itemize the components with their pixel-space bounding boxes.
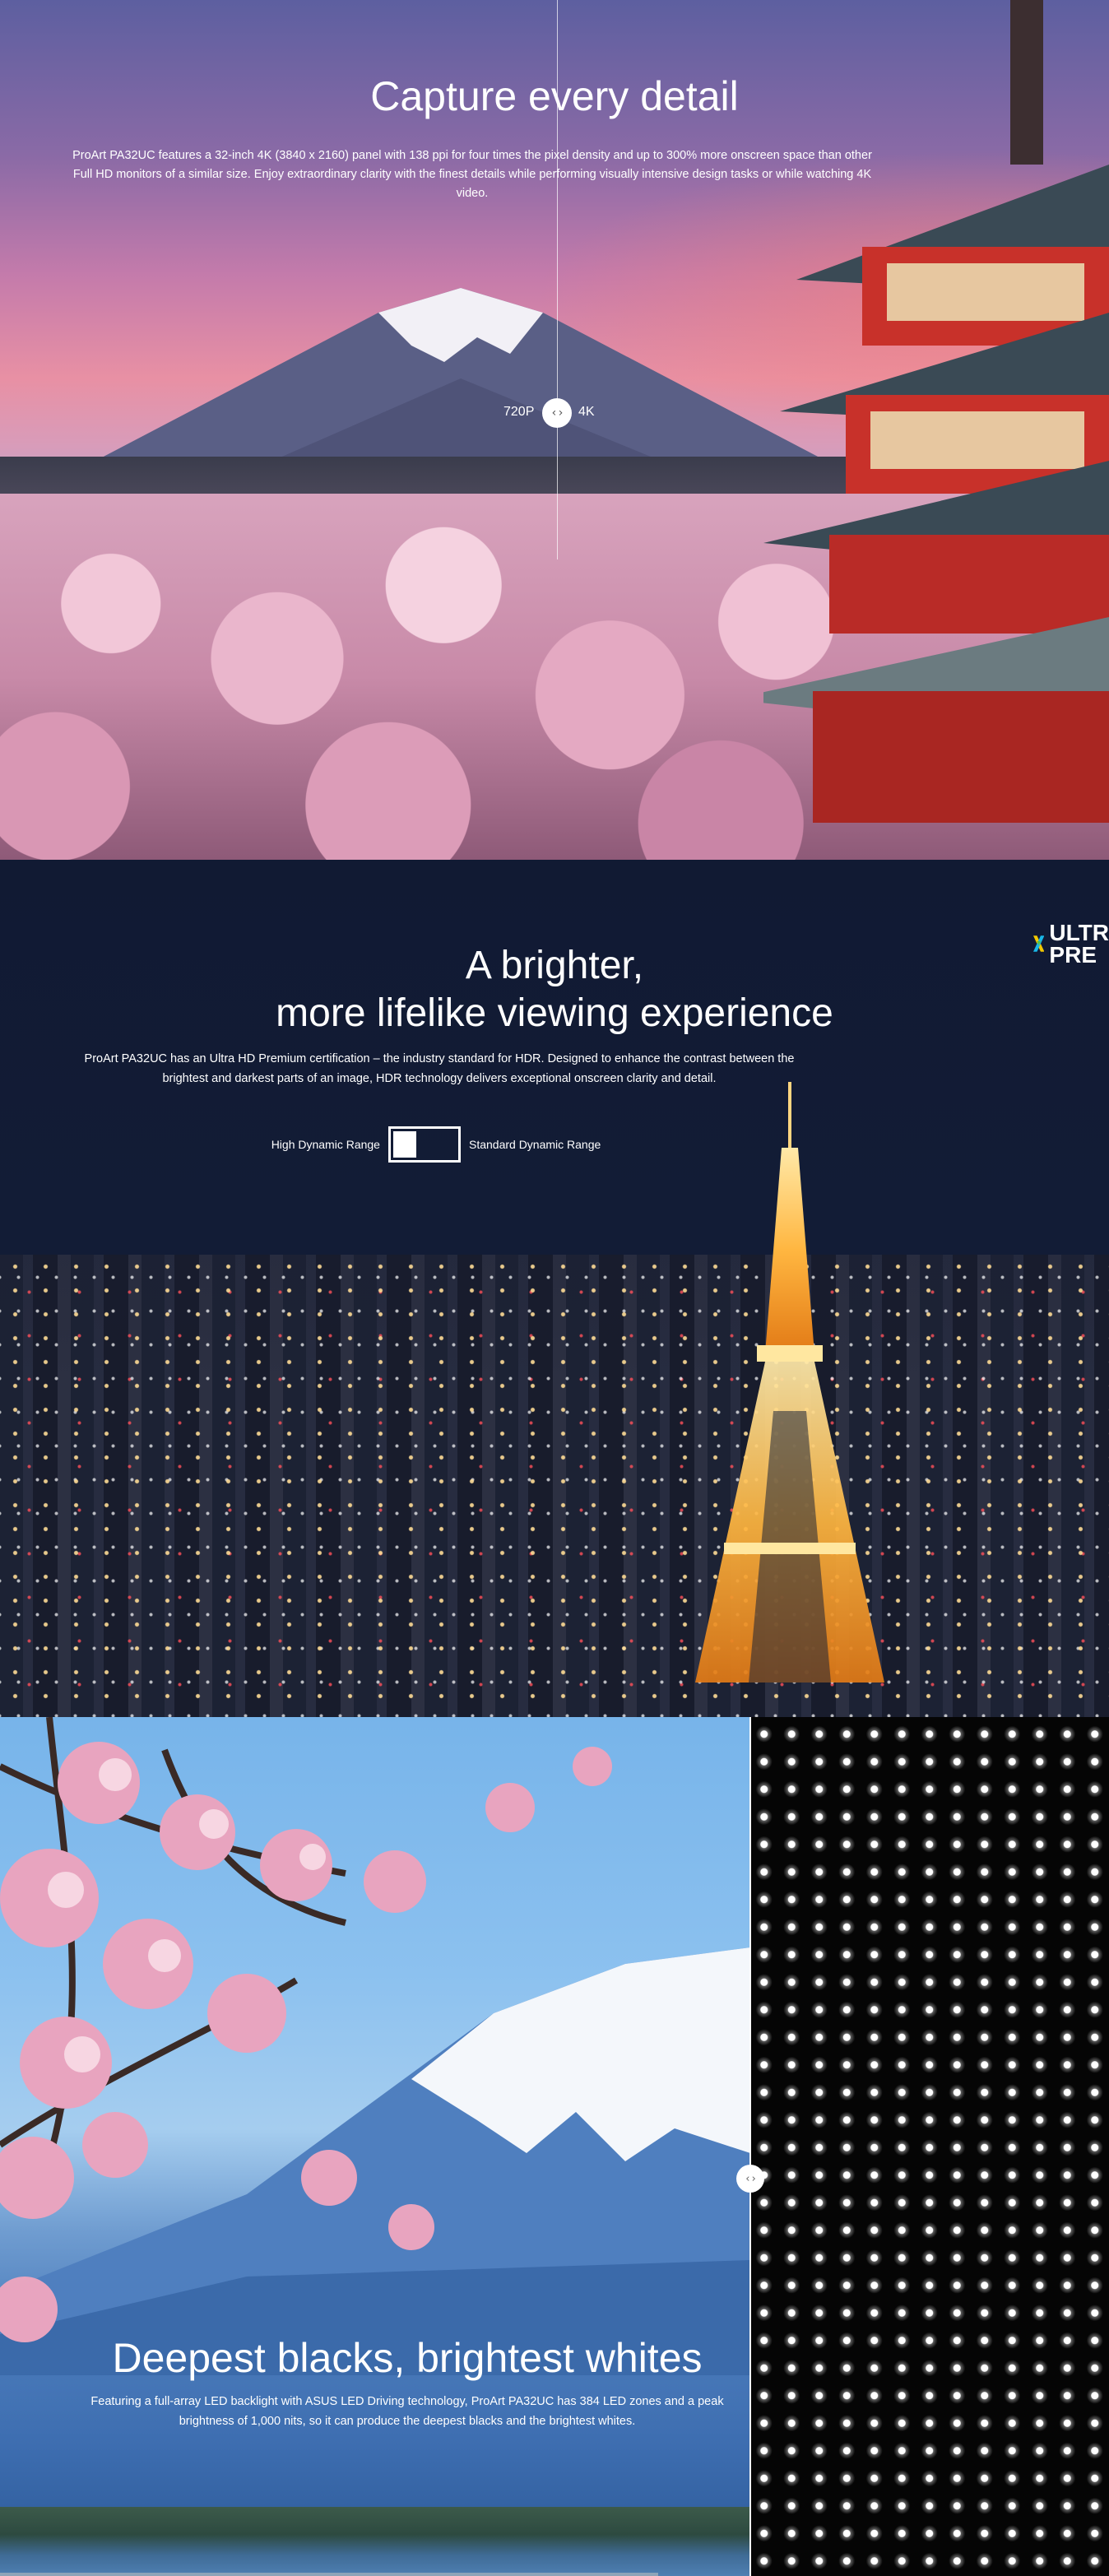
section-description: ProArt PA32UC has an Ultra HD Premium ce… [84, 1052, 795, 1085]
section-title: Deepest blacks, brightest whites [112, 2335, 703, 2381]
toggle-label-hdr: High Dynamic Range [271, 1138, 380, 1151]
comparison-divider[interactable] [749, 1717, 751, 2576]
led-backlight-grid [750, 1717, 1109, 2576]
ultra-hd-premium-wordmark: ULTR PRE [1049, 920, 1109, 968]
section-description: Featuring a full-array LED backlight wit… [90, 2395, 724, 2428]
hdr-sdr-toggle[interactable] [387, 1126, 461, 1163]
hdr-toggle-row: High Dynamic Range Standard Dynamic Rang… [0, 1126, 872, 1163]
toggle-label-sdr: Standard Dynamic Range [468, 1138, 601, 1151]
comparison-slider-handle[interactable]: ‹ › [542, 398, 572, 428]
section-description: ProArt PA32UC features a 32-inch 4K (384… [72, 149, 872, 200]
title-line-2: more lifelike viewing experience [276, 991, 833, 1035]
tokyo-tower-illustration [695, 1082, 884, 1683]
fuji-sky-photo [0, 1717, 750, 2576]
section-deepest-blacks: ‹ › Deepest blacks, brightest whites Fea… [0, 1717, 1109, 2576]
compare-label-720p: 720P [503, 405, 535, 419]
chevrons-left-right-icon: ‹ › [745, 2172, 755, 2185]
lake-shore [0, 2507, 750, 2576]
chevrons-left-right-icon: ‹ › [551, 406, 564, 420]
title-line-1: A brighter, [465, 944, 644, 987]
section-capture-detail: ‹ › 720P 4K Capture every detail ProArt … [0, 0, 1109, 860]
pagoda-illustration [763, 0, 1109, 823]
comparison-slider-handle[interactable]: ‹ › [736, 2165, 764, 2193]
toggle-knob [392, 1131, 416, 1158]
bridge [0, 2573, 658, 2576]
section-title: A brighter, more lifelike viewing experi… [0, 942, 1109, 1037]
ultra-hd-premium-logo: ULTR PRE [1033, 919, 1109, 968]
city-lights [0, 1255, 1109, 1717]
compare-label-4k: 4K [578, 405, 595, 419]
section-hdr: A brighter, more lifelike viewing experi… [0, 860, 1109, 1717]
section-title: Capture every detail [370, 73, 739, 119]
ultra-hd-premium-mark-icon [1033, 935, 1045, 952]
